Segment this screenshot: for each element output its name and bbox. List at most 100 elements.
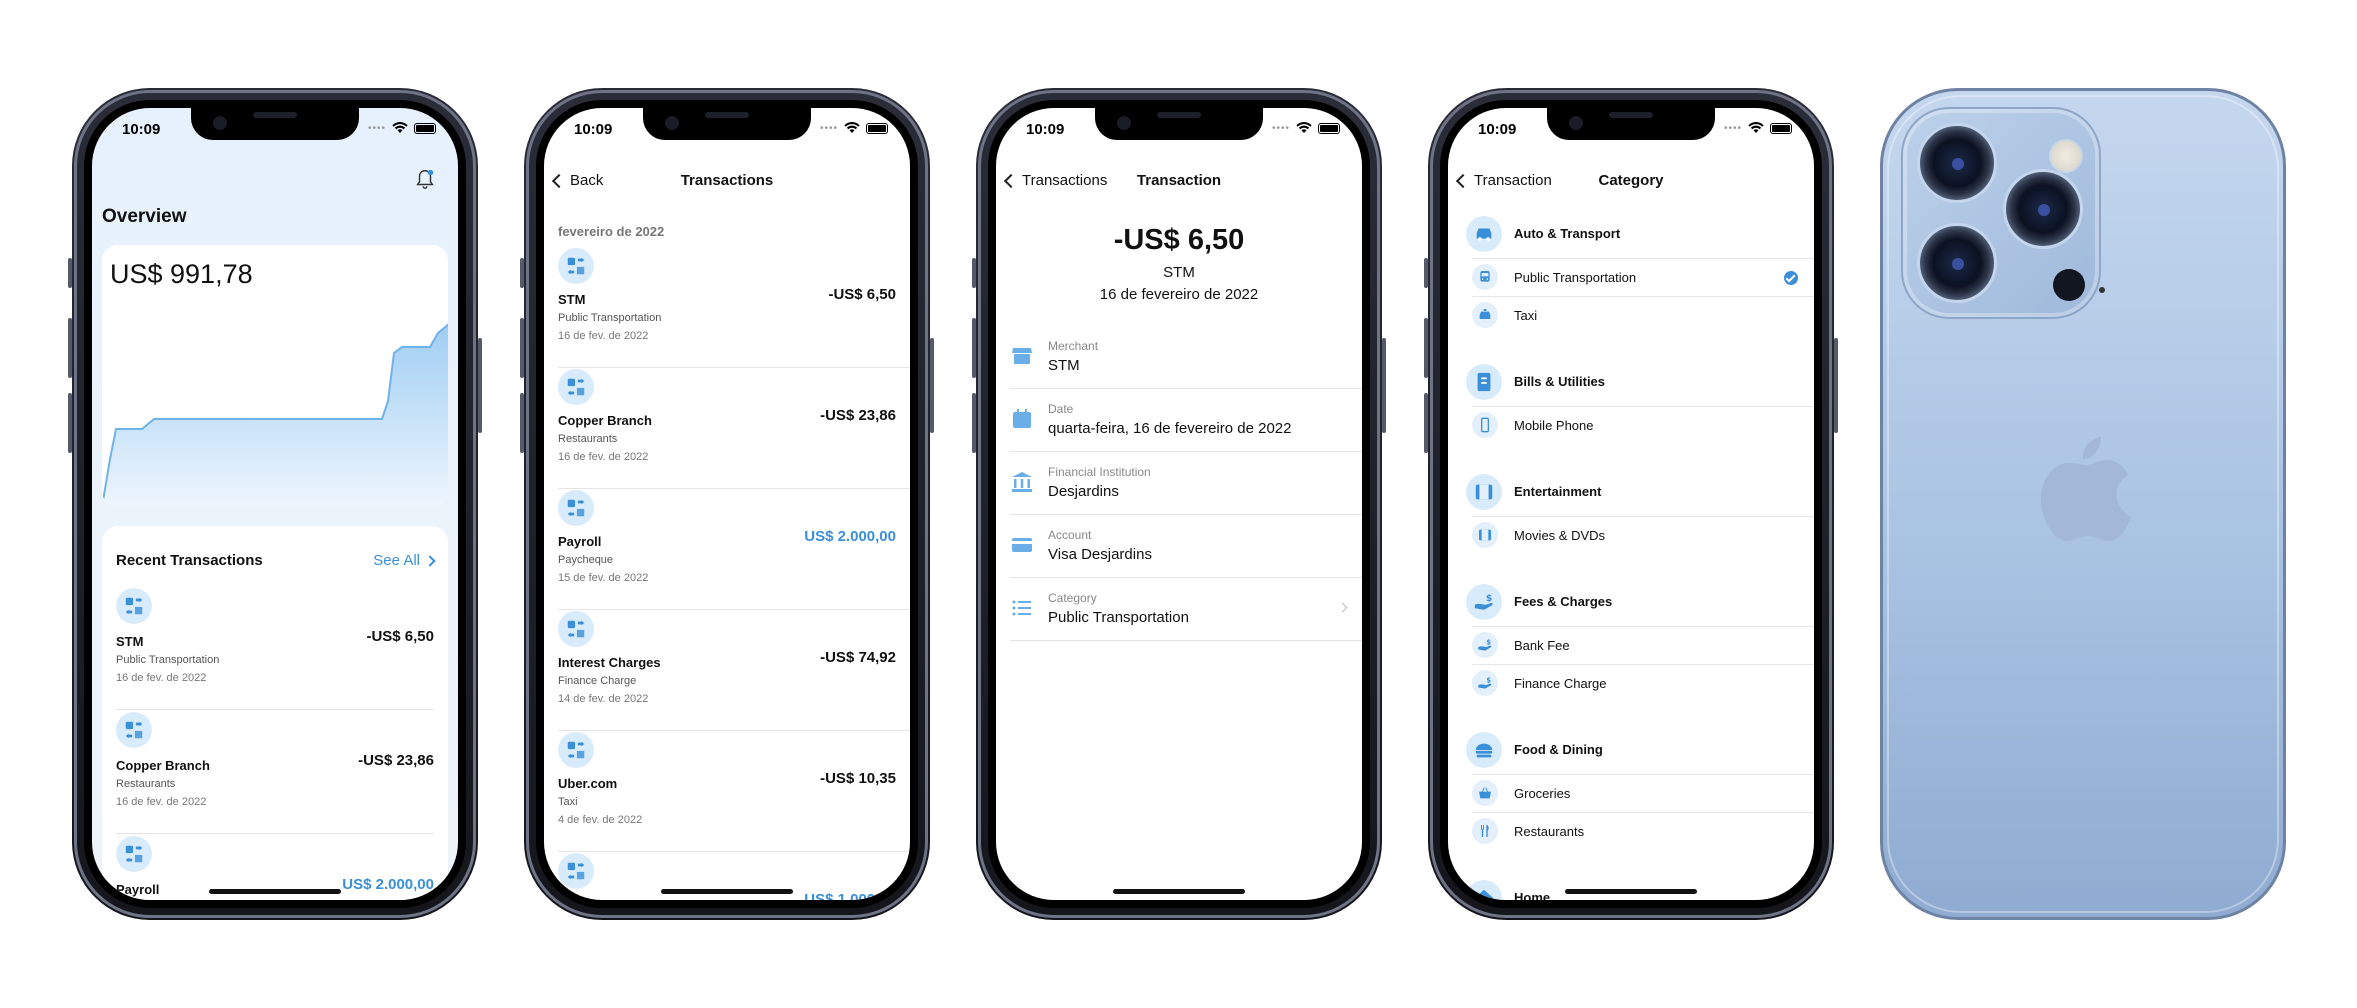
detail-value: Public Transportation <box>1048 609 1189 626</box>
transaction-name: STM <box>558 292 586 307</box>
transaction-amount: -US$ 74,92 <box>820 649 896 666</box>
nav-title: Transactions <box>680 172 774 189</box>
category-item[interactable]: $ Bank Fee <box>1466 626 1814 664</box>
category-item[interactable]: Movies & DVDs <box>1466 516 1814 554</box>
transaction-row[interactable]: STM Public Transportation 16 de fev. de … <box>558 248 910 368</box>
bell-icon[interactable] <box>414 168 436 190</box>
status-time: 10:09 <box>574 121 613 138</box>
detail-row-account: Account Visa Desjardins <box>996 515 1362 578</box>
taxi-icon <box>1472 302 1498 328</box>
transaction-amount: -US$ 23,86 <box>358 752 434 769</box>
transaction-name: Payment <box>558 897 612 900</box>
camera-lens-icon <box>1917 123 1997 203</box>
transaction-name: Payroll <box>558 534 602 549</box>
category-item[interactable]: $ Finance Charge <box>1466 664 1814 702</box>
film-icon <box>1472 522 1498 548</box>
notch <box>191 108 359 140</box>
category-group: Food & Dining <box>1466 730 1814 770</box>
home-indicator <box>661 889 793 894</box>
transaction-name: Copper Branch <box>116 758 210 773</box>
nav-title: Transaction <box>1136 172 1222 189</box>
category-item[interactable]: Groceries <box>1466 774 1814 812</box>
transaction-amount: US$ 2.000,00 <box>342 876 434 893</box>
apple-logo-icon <box>2041 437 2131 541</box>
transaction-row[interactable]: Copper Branch Restaurants 16 de fev. de … <box>558 369 910 489</box>
phone-overview: 10:09 •••• Overview US$ 991,78 Recent Tr… <box>68 88 482 920</box>
divider <box>116 833 434 834</box>
transaction-row[interactable]: Uber.com Taxi 4 de fev. de 2022 -US$ 10,… <box>558 732 910 852</box>
transaction-type-icon <box>558 732 594 768</box>
navigation-bar: Transaction Category <box>1448 166 1814 196</box>
balance-card[interactable]: US$ 991,78 <box>102 245 448 507</box>
status-time: 10:09 <box>122 121 161 138</box>
recent-transaction-row[interactable]: Copper Branch Restaurants 16 de fev. de … <box>116 712 434 834</box>
transaction-type-icon <box>558 611 594 647</box>
recent-transaction-row[interactable]: STM Public Transportation 16 de fev. de … <box>116 588 434 710</box>
wifi-icon <box>1748 122 1764 133</box>
transaction-type-icon <box>558 853 594 889</box>
divider <box>1472 626 1814 627</box>
category-item[interactable]: Taxi <box>1466 296 1814 334</box>
screen-overview: 10:09 •••• Overview US$ 991,78 Recent Tr… <box>92 108 458 900</box>
recent-transactions-card: Recent Transactions See All STM Public T… <box>102 526 448 900</box>
camera-module <box>1901 107 2105 319</box>
volume-down-button <box>68 393 72 453</box>
wifi-icon <box>844 122 860 133</box>
transaction-date: 16 de fev. de 2022 <box>558 330 649 342</box>
wifi-icon <box>392 122 408 133</box>
divider <box>558 367 910 368</box>
bill-icon <box>1466 364 1502 400</box>
transaction-category: Paycheque <box>558 554 614 566</box>
fork-knife-icon <box>1472 818 1498 844</box>
transaction-category: Public Transportation <box>558 312 662 324</box>
detail-row-category[interactable]: Category Public Transportation <box>996 578 1362 641</box>
battery-icon <box>866 122 888 134</box>
transaction-amount: -US$ 10,35 <box>820 770 896 787</box>
divider <box>1472 774 1814 775</box>
category-group-label: Fees & Charges <box>1514 594 1613 609</box>
transaction-type-icon <box>116 836 152 872</box>
transaction-row[interactable]: Payroll Paycheque 15 de fev. de 2022 US$… <box>558 490 910 610</box>
wifi-icon <box>1296 122 1312 133</box>
detail-label: Financial Institution <box>1048 465 1151 479</box>
category-item-label: Public Transportation <box>1514 270 1637 285</box>
category-item[interactable]: Restaurants <box>1466 812 1814 850</box>
status-time: 10:09 <box>1026 121 1065 138</box>
balance-chart <box>102 323 448 507</box>
transaction-type-icon <box>116 588 152 624</box>
signal-icon: •••• <box>367 122 386 134</box>
bank-icon <box>1010 470 1034 494</box>
detail-row-merchant: Merchant STM <box>996 326 1362 389</box>
svg-text:$: $ <box>1486 676 1491 684</box>
category-item[interactable]: Public Transportation <box>1466 258 1814 296</box>
transaction-date: 16 de fev. de 2022 <box>116 796 207 808</box>
category-item[interactable]: Mobile Phone <box>1466 406 1814 444</box>
transaction-date: 16 de fevereiro de 2022 <box>1099 286 1259 303</box>
phone-back <box>1880 88 2286 920</box>
detail-value: STM <box>1048 357 1080 374</box>
see-all-label: See All <box>373 552 420 569</box>
category-group-label: Bills & Utilities <box>1514 374 1606 389</box>
transaction-category: Public Transportation <box>116 654 220 666</box>
fee-icon: $ <box>1466 584 1502 620</box>
transaction-row[interactable]: Interest Charges Finance Charge 14 de fe… <box>558 611 910 731</box>
category-item-label: Mobile Phone <box>1514 418 1594 433</box>
transaction-merchant: STM <box>1163 264 1195 281</box>
lidar-sensor-icon <box>2053 269 2085 301</box>
transaction-name: Payroll <box>116 882 160 897</box>
transaction-date: 16 de fev. de 2022 <box>116 672 207 684</box>
divider <box>1472 664 1814 665</box>
navigation-bar: Transactions Transaction <box>996 166 1362 196</box>
camera-lens-icon <box>2003 169 2083 249</box>
chevron-right-icon <box>1337 602 1348 613</box>
category-group: Entertainment <box>1466 472 1814 512</box>
phone-category: 10:09 •••• Transaction Category Auto & T… <box>1424 88 1838 920</box>
screen-transactions: 10:09 •••• Back Transactions fevereiro d… <box>544 108 910 900</box>
signal-icon: •••• <box>1271 122 1290 134</box>
divider <box>116 709 434 710</box>
transaction-amount: -US$ 6,50 <box>828 286 896 303</box>
see-all-link[interactable]: See All <box>373 552 436 569</box>
divider <box>1472 296 1814 297</box>
category-item-label: Taxi <box>1514 308 1538 323</box>
signal-icon: •••• <box>1723 122 1742 134</box>
